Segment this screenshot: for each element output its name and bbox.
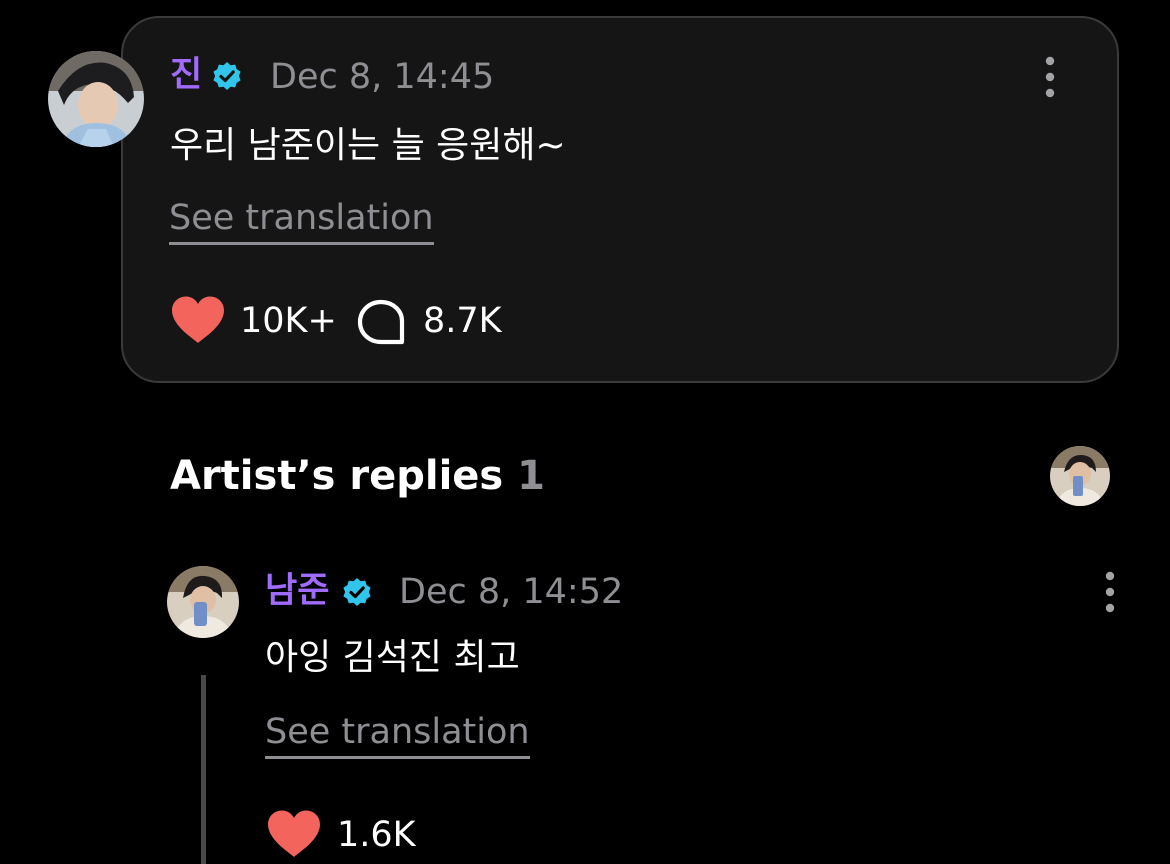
post-more-options-icon[interactable]	[1035, 54, 1065, 100]
post-author-avatar[interactable]	[48, 51, 144, 147]
post-comment-count: 8.7K	[423, 301, 502, 341]
reply-more-options-icon[interactable]	[1095, 569, 1125, 615]
post-text: 우리 남준이는 늘 응원해~	[170, 125, 566, 166]
post-like-heart-icon[interactable]	[170, 295, 226, 345]
post-timestamp: Dec 8, 14:45	[270, 57, 495, 97]
artist-replies-count: 1	[517, 453, 546, 499]
reply-author-avatar[interactable]	[167, 566, 239, 638]
reply-text: 아잉 김석진 최고	[265, 637, 520, 678]
post-like-count: 10K+	[240, 301, 337, 341]
post-author-name[interactable]: 진	[170, 58, 202, 93]
artist-replies-heading: Artist’s replies 1	[170, 456, 545, 496]
artist-replies-title: Artist’s replies	[170, 453, 504, 499]
post-comment-bubble-icon[interactable]	[356, 298, 406, 346]
reply-author-name[interactable]: 남준	[265, 574, 329, 609]
reply-see-translation-link[interactable]: See translation	[265, 711, 530, 759]
reply-timestamp: Dec 8, 14:52	[399, 572, 624, 612]
verified-badge-icon	[342, 577, 372, 607]
reply-like-count: 1.6K	[337, 815, 416, 855]
reply-like-heart-icon[interactable]	[266, 809, 322, 859]
verified-badge-icon	[212, 61, 242, 91]
reply-thread-line	[201, 675, 206, 864]
post-see-translation-link[interactable]: See translation	[169, 197, 434, 245]
artist-replies-avatar[interactable]	[1050, 446, 1110, 506]
